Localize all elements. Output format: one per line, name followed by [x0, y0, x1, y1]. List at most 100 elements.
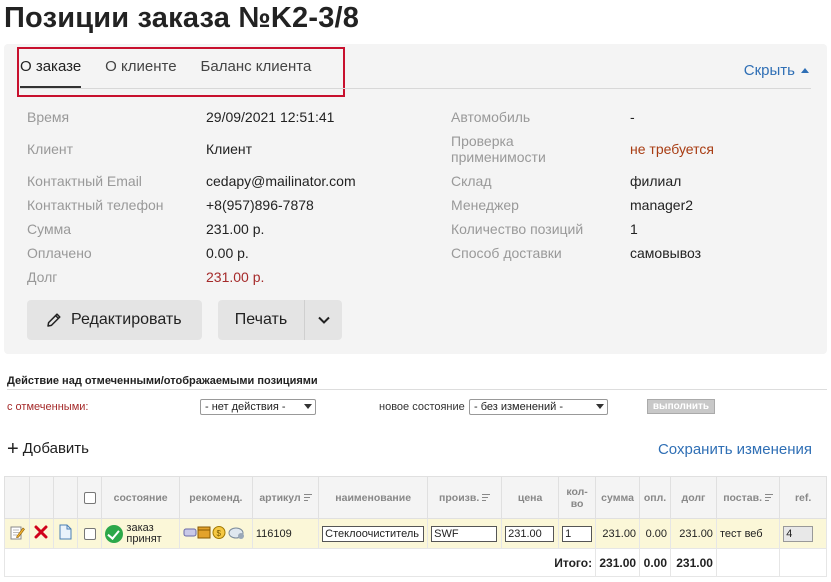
info-value-delivery: самовывоз	[630, 245, 702, 261]
row-sum: 231.00	[595, 518, 641, 549]
pencil-icon	[47, 313, 61, 327]
bulk-action-divider	[7, 389, 827, 390]
row-ref-cell: 4	[779, 518, 827, 549]
header-paid: опл.	[639, 476, 672, 519]
row-name-cell: Стеклоочиститель	[318, 518, 429, 549]
name-input[interactable]: Стеклоочиститель	[322, 525, 425, 542]
bulk-action-select[interactable]: - нет действия -	[200, 399, 316, 415]
tab-order[interactable]: О заказе	[20, 50, 82, 88]
positions-table: состояние рекоменд. артикул наименование…	[3, 476, 827, 577]
save-changes-link[interactable]: Сохранить изменения	[658, 441, 812, 458]
info-label-client: Клиент	[27, 141, 74, 157]
total-empty-cell	[779, 548, 827, 577]
info-label-positions-count: Количество позиций	[451, 221, 584, 237]
print-button[interactable]: Печать	[218, 300, 304, 340]
header-sum: сумма	[595, 476, 641, 519]
row-paid: 0.00	[639, 518, 672, 549]
dropdown-arrow-icon	[304, 404, 312, 409]
header-article[interactable]: артикул	[251, 476, 320, 519]
header-ref: ref.	[779, 476, 827, 519]
info-value-car: -	[630, 109, 635, 125]
header-qty: кол-во	[558, 476, 597, 519]
dropdown-arrow-icon	[596, 404, 604, 409]
order-tabs: О заказе О клиенте Баланс клиента	[20, 50, 335, 90]
document-icon[interactable]	[59, 524, 72, 540]
info-label-email: Контактный Email	[27, 173, 142, 189]
row-checkbox[interactable]	[83, 527, 96, 540]
tabs-divider	[20, 88, 811, 89]
sort-icon[interactable]	[303, 494, 312, 502]
info-label-applicability: Проверка применимости	[451, 133, 546, 165]
header-maker[interactable]: произв.	[427, 476, 503, 519]
hide-link-label: Скрыть	[743, 62, 795, 79]
info-value-warehouse: филиал	[630, 173, 682, 189]
new-state-select-value: - без изменений -	[474, 401, 564, 413]
select-all-checkbox[interactable]	[83, 491, 96, 504]
header-delete	[28, 476, 54, 519]
chevron-down-icon	[317, 316, 330, 324]
ref-input[interactable]: 4	[783, 525, 814, 542]
table-header-row: состояние рекоменд. артикул наименование…	[4, 476, 827, 519]
caret-up-icon	[801, 68, 809, 73]
total-sum: 231.00	[595, 548, 641, 577]
header-select-all	[76, 476, 103, 519]
info-value-phone: +8(957)896-7878	[206, 197, 314, 213]
tab-client[interactable]: О клиенте	[105, 50, 176, 88]
info-label-sum: Сумма	[27, 221, 71, 237]
header-supplier-label: постав.	[723, 491, 762, 504]
row-price-cell: 231.00	[501, 518, 560, 549]
delete-row-cell	[28, 518, 54, 549]
print-button-label: Печать	[234, 311, 288, 328]
maker-input[interactable]: SWF	[431, 525, 498, 542]
info-label-time: Время	[27, 109, 70, 125]
sort-icon[interactable]	[482, 494, 491, 502]
header-maker-label: произв.	[439, 491, 480, 504]
row-supplier: тест веб	[715, 518, 781, 549]
page-title: Позиции заказа №K2-3/8	[4, 2, 360, 34]
bulk-action-title: Действие над отмеченными/отображаемыми п…	[7, 375, 318, 387]
header-doc	[52, 476, 78, 519]
check-circle-icon	[105, 524, 124, 543]
with-marked-label: с отмеченными:	[7, 401, 89, 413]
info-value-time: 29/09/2021 12:51:41	[206, 109, 335, 125]
hide-panel-link[interactable]: Скрыть	[744, 62, 809, 79]
info-label-delivery: Способ доставки	[451, 245, 562, 261]
plus-icon: +	[7, 437, 19, 460]
edit-row-cell	[4, 518, 30, 549]
total-empty-cell	[715, 548, 781, 577]
header-supplier[interactable]: постав.	[715, 476, 781, 519]
row-maker-cell: SWF	[427, 518, 503, 549]
new-state-select[interactable]: - без изменений -	[469, 399, 608, 415]
print-options-button[interactable]	[304, 300, 342, 340]
price-input[interactable]: 231.00	[505, 525, 555, 542]
edit-button-label: Редактировать	[71, 311, 182, 328]
info-label-phone: Контактный телефон	[27, 197, 164, 213]
bulk-action-select-value: - нет действия -	[205, 401, 286, 413]
header-debt: долг	[670, 476, 717, 519]
row-debt: 231.00	[670, 518, 717, 549]
delete-icon[interactable]	[34, 525, 48, 539]
header-edit	[4, 476, 30, 519]
header-state: состояние	[101, 476, 180, 519]
total-paid: 0.00	[639, 548, 672, 577]
document-row-cell	[52, 518, 78, 549]
row-state: заказ принят	[126, 521, 162, 545]
header-price: цена	[501, 476, 560, 519]
edit-note-icon[interactable]	[9, 524, 25, 540]
sort-icon[interactable]	[765, 494, 773, 502]
table-total-row: Итого: 231.00 0.00 231.00	[3, 548, 827, 577]
table-row: заказ принят $ 116109 Стеклоочиститель S…	[4, 518, 827, 549]
add-position-button[interactable]: + Добавить	[7, 437, 89, 460]
run-action-button[interactable]: выполнить	[647, 399, 715, 414]
add-position-label: Добавить	[22, 440, 89, 457]
edit-button[interactable]: Редактировать	[27, 300, 202, 340]
row-state-cell: заказ принят	[101, 518, 180, 549]
new-state-label: новое состояние	[379, 401, 465, 413]
qty-input[interactable]: 1	[562, 525, 593, 542]
info-value-debt: 231.00 р.	[206, 269, 265, 285]
recommendation-icons[interactable]: $	[183, 524, 249, 540]
info-value-paid: 0.00 р.	[206, 245, 249, 261]
svg-text:$: $	[216, 529, 221, 538]
total-label: Итого:	[3, 548, 597, 577]
tab-client-balance[interactable]: Баланс клиента	[201, 50, 312, 88]
